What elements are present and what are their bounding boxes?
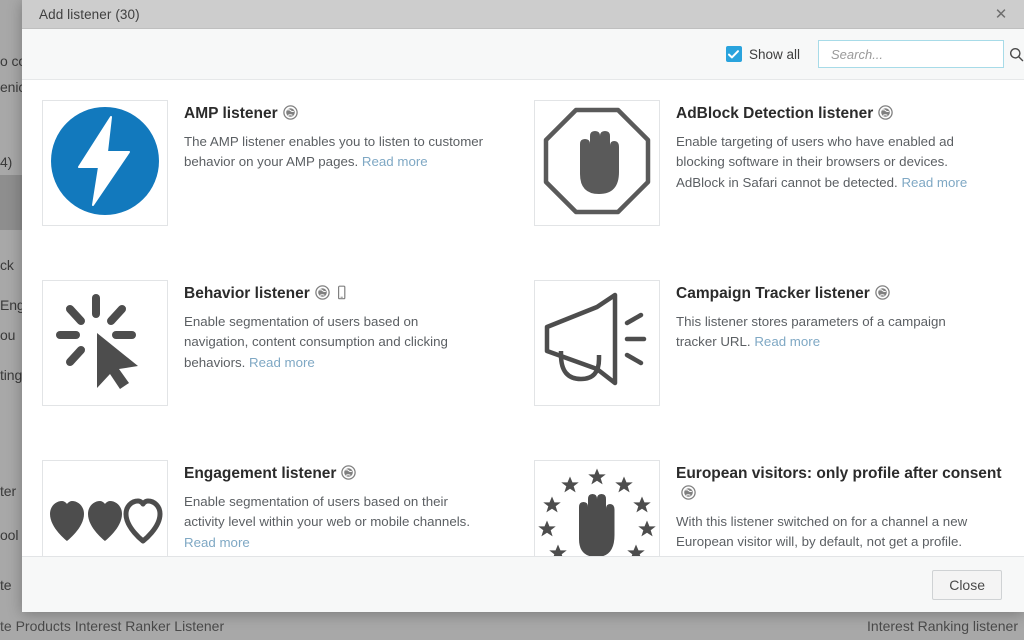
listener-thumbnail xyxy=(534,460,660,556)
add-listener-modal: Add listener (30) ✕ Show all Search... A… xyxy=(22,0,1024,612)
listener-title-row: Campaign Tracker listener xyxy=(676,284,1004,306)
modal-toolbar: Show all xyxy=(22,29,1024,80)
megaphone-icon xyxy=(541,289,653,398)
three-hearts-icon xyxy=(48,498,163,549)
listener-card[interactable]: Engagement listener Enable segmentation … xyxy=(42,454,512,556)
listener-description-text: With this listener switched on for a cha… xyxy=(676,513,969,556)
listener-badges xyxy=(681,485,696,506)
listener-title: AdBlock Detection listener xyxy=(676,105,874,122)
listener-info: European visitors: only profile after co… xyxy=(676,460,1004,556)
listener-badges xyxy=(875,285,890,306)
listener-card-grid: AMP listener The AMP listener enables yo… xyxy=(42,94,1004,556)
close-button[interactable]: Close xyxy=(932,569,1002,600)
read-more-link[interactable]: Read more xyxy=(184,535,250,550)
background-text-fragment: ool xyxy=(0,527,19,543)
background-text-fragment: ck xyxy=(0,257,14,273)
eu-stars-hand-icon xyxy=(538,463,656,556)
globe-icon xyxy=(341,465,357,486)
modal-footer: Close xyxy=(22,556,1024,612)
search-icon[interactable] xyxy=(1009,47,1024,62)
listener-title-row: AMP listener xyxy=(184,104,512,126)
listener-title-row: AdBlock Detection listener xyxy=(676,104,1004,126)
listener-description: The AMP listener enables you to listen t… xyxy=(184,132,484,173)
listener-description: Enable segmentation of users based on th… xyxy=(184,492,484,553)
listener-description-text: Enable segmentation of users based on na… xyxy=(184,313,448,370)
listener-description: Enable targeting of users who have enabl… xyxy=(676,132,976,193)
background-text-fragment: ter xyxy=(0,483,17,499)
background-text-fragment: 4) xyxy=(0,154,13,170)
cursor-click-icon xyxy=(52,288,158,399)
background-bottom-right-text: Interest Ranking listener xyxy=(867,618,1018,634)
listener-title: AMP listener xyxy=(184,105,278,122)
background-text-fragment: Eng xyxy=(0,297,25,313)
globe-icon xyxy=(681,485,696,506)
listener-info: AdBlock Detection listener Enable target… xyxy=(676,100,1004,193)
amp-lightning-icon xyxy=(49,105,161,222)
listener-title-row: European visitors: only profile after co… xyxy=(676,464,1004,506)
mobile-icon xyxy=(334,285,349,306)
listener-description-text: Enable segmentation of users based on th… xyxy=(184,493,471,530)
listener-thumbnail xyxy=(42,460,168,556)
listener-info: AMP listener The AMP listener enables yo… xyxy=(184,100,512,173)
background-sidebar-strip xyxy=(0,0,22,640)
listener-badges xyxy=(282,105,298,126)
listener-badges xyxy=(341,465,357,486)
read-more-link[interactable]: Read more xyxy=(362,154,428,169)
listener-description-text: The AMP listener enables you to listen t… xyxy=(184,133,484,170)
listener-list-scroll-area[interactable]: AMP listener The AMP listener enables yo… xyxy=(22,80,1024,556)
globe-icon xyxy=(875,285,890,306)
search-input[interactable] xyxy=(829,45,1009,63)
listener-thumbnail xyxy=(534,100,660,226)
listener-card[interactable]: AdBlock Detection listener Enable target… xyxy=(534,94,1004,274)
modal-title: Add listener (30) xyxy=(39,6,140,22)
listener-info: Campaign Tracker listener This listener … xyxy=(676,280,1004,353)
background-bottom-left-text: te Products Interest Ranker Listener xyxy=(0,618,225,634)
background-selected-row xyxy=(0,175,22,230)
listener-description: With this listener switched on for a cha… xyxy=(676,512,976,556)
listener-title-row: Behavior listener xyxy=(184,284,512,306)
listener-thumbnail xyxy=(42,100,168,226)
background-text-fragment: te xyxy=(0,577,12,593)
globe-icon xyxy=(315,285,330,306)
background-text-fragment: ting xyxy=(0,367,23,383)
background-text-fragment: ou xyxy=(0,327,16,343)
listener-info: Behavior listener Enable segmentation of… xyxy=(184,280,512,373)
listener-title: European visitors: only profile after co… xyxy=(676,465,1002,482)
listener-description: This listener stores parameters of a cam… xyxy=(676,312,976,353)
show-all-label: Show all xyxy=(748,46,800,62)
listener-description: Enable segmentation of users based on na… xyxy=(184,312,484,373)
close-icon[interactable]: ✕ xyxy=(992,5,1010,23)
listener-badges xyxy=(315,285,349,306)
listener-info: Engagement listener Enable segmentation … xyxy=(184,460,512,553)
listener-title-row: Engagement listener xyxy=(184,464,512,486)
read-more-link[interactable]: Read more xyxy=(901,175,967,190)
read-more-link[interactable]: Read more xyxy=(249,355,315,370)
adblock-hand-octagon-icon xyxy=(542,106,652,221)
listener-card[interactable]: Behavior listener Enable segmentation of… xyxy=(42,274,512,454)
globe-icon xyxy=(878,105,893,126)
listener-thumbnail xyxy=(534,280,660,406)
listener-card[interactable]: Campaign Tracker listener This listener … xyxy=(534,274,1004,454)
modal-titlebar: Add listener (30) ✕ xyxy=(22,0,1024,29)
listener-thumbnail xyxy=(42,280,168,406)
show-all-checkbox[interactable]: Show all xyxy=(725,46,800,62)
read-more-link[interactable]: Read more xyxy=(754,334,820,349)
listener-title: Campaign Tracker listener xyxy=(676,285,870,302)
listener-title: Behavior listener xyxy=(184,285,310,302)
search-box[interactable] xyxy=(818,40,1024,68)
listener-title: Engagement listener xyxy=(184,465,337,482)
checkbox-checked-icon xyxy=(725,46,742,62)
listener-badges xyxy=(878,105,893,126)
listener-card[interactable]: European visitors: only profile after co… xyxy=(534,454,1004,556)
globe-icon xyxy=(282,105,298,126)
listener-card[interactable]: AMP listener The AMP listener enables yo… xyxy=(42,94,512,274)
